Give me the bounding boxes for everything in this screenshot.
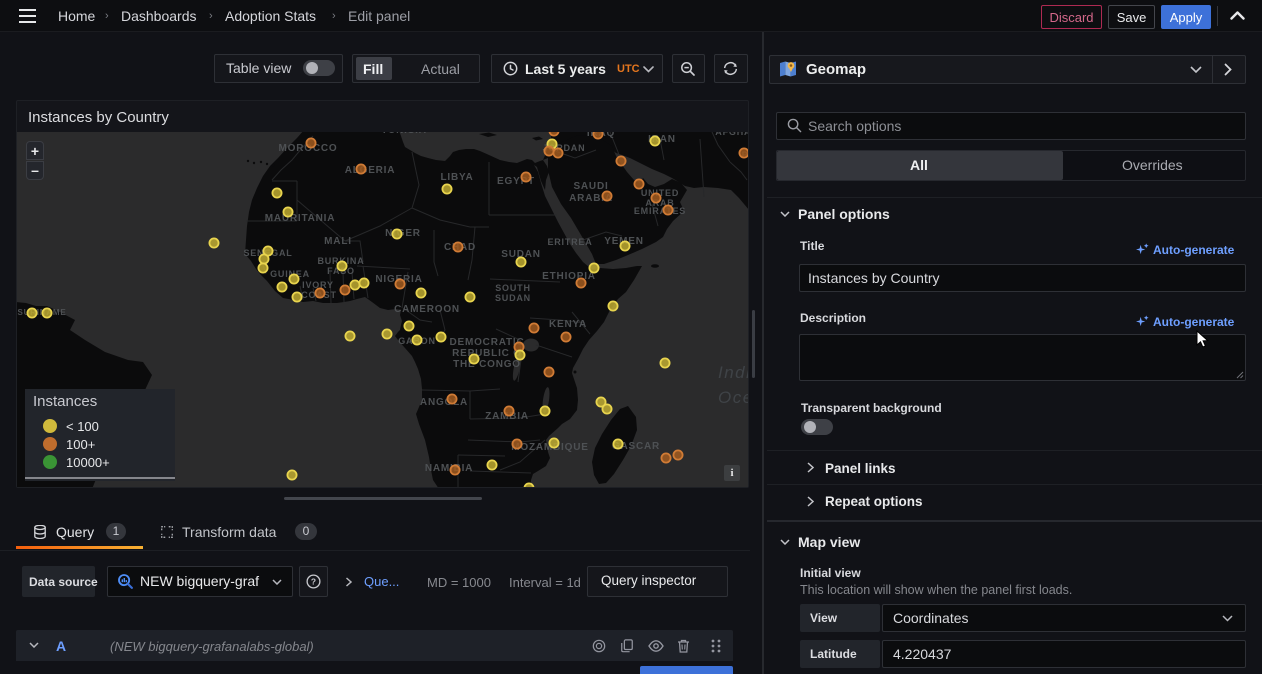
- svg-text:CAMEROON: CAMEROON: [394, 304, 460, 315]
- svg-text:REPUBLIC O: REPUBLIC O: [452, 348, 522, 359]
- svg-text:ERITREA: ERITREA: [547, 237, 592, 247]
- svg-text:EMIRATES: EMIRATES: [634, 206, 686, 216]
- svg-text:SAUDI: SAUDI: [573, 181, 608, 192]
- svg-text:KENYA: KENYA: [549, 319, 587, 330]
- svg-text:NIGER: NIGER: [385, 228, 421, 239]
- svg-text:MAURITANIA: MAURITANIA: [265, 213, 336, 224]
- svg-text:DEMOCRATIC: DEMOCRATIC: [449, 337, 524, 348]
- svg-text:LIBYA: LIBYA: [440, 172, 473, 183]
- svg-text:?: ?: [311, 577, 316, 587]
- svg-text:TUNISIA: TUNISIA: [381, 132, 427, 136]
- svg-text:Indi: Indi: [718, 363, 748, 382]
- svg-text:Oce: Oce: [718, 388, 748, 407]
- svg-text:SUDAN: SUDAN: [495, 293, 531, 303]
- svg-text:SOUTH: SOUTH: [495, 283, 531, 293]
- svg-text:ETHIOPIA: ETHIOPIA: [542, 271, 596, 282]
- svg-text:ANGOLA: ANGOLA: [420, 397, 468, 408]
- svg-text:NAMIBIA: NAMIBIA: [425, 463, 473, 474]
- svg-text:MALI: MALI: [324, 236, 352, 247]
- svg-text:ALGERIA: ALGERIA: [345, 165, 396, 176]
- svg-text:AFGHANIS: AFGHANIS: [715, 132, 748, 137]
- svg-text:THE CONGO: THE CONGO: [453, 359, 521, 370]
